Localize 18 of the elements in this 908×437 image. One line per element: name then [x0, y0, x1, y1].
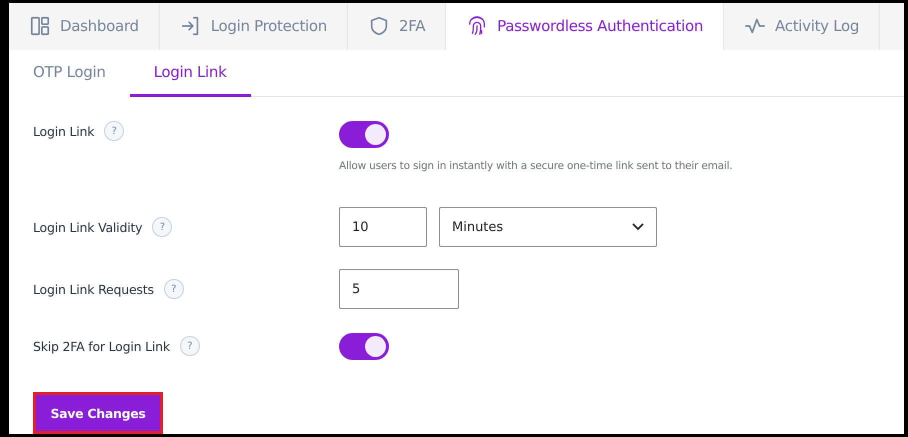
unit-select[interactable]: Minutes — [439, 207, 657, 247]
help-icon[interactable]: ? — [180, 336, 200, 356]
toggle-switch[interactable] — [339, 121, 389, 148]
help-icon[interactable]: ? — [152, 217, 172, 237]
dashboard-icon — [29, 15, 51, 38]
number-field[interactable]: 10 — [339, 207, 427, 247]
setting-label: Skip 2FA for Login Link — [33, 338, 170, 354]
setting-description: Allow users to sign in instantly with a secure one-time link sent to their email. — [339, 160, 734, 172]
help-icon[interactable]: ? — [164, 279, 184, 299]
help-icon[interactable]: ? — [104, 121, 124, 141]
nav-tab[interactable]: Passwordless Authentication — [446, 3, 724, 50]
number-field[interactable]: 5 — [339, 269, 459, 309]
setting-label: Login Link — [33, 124, 94, 138]
chevron-down-icon — [632, 223, 644, 231]
setting-label: Login Link Validity — [33, 220, 142, 234]
save-button[interactable]: Save Changes — [33, 392, 163, 434]
toggle-switch[interactable] — [339, 332, 389, 360]
setting-label: Login Link Requests — [33, 282, 154, 296]
